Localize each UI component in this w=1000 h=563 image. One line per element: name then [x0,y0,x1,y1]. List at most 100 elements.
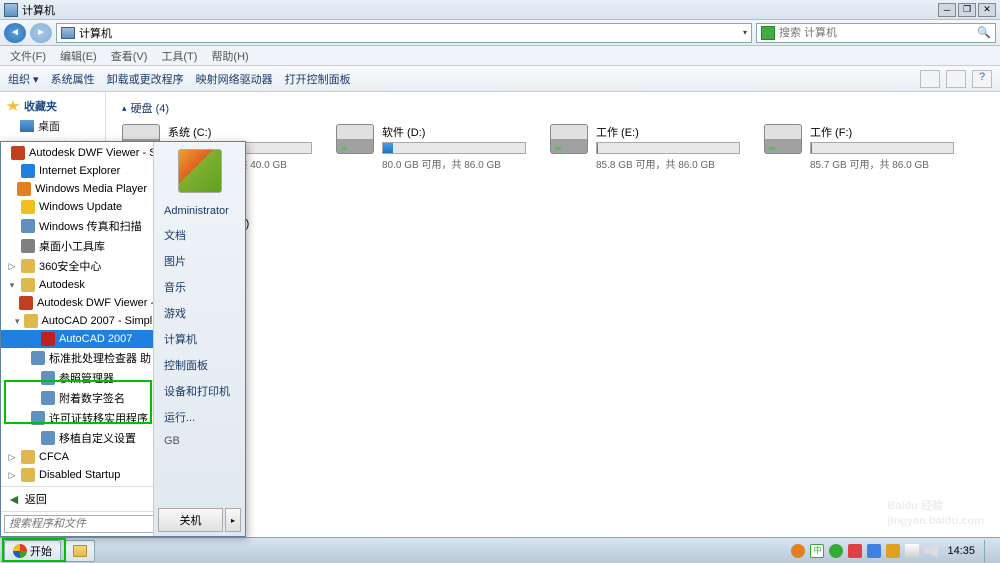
map-drive-button[interactable]: 映射网络驱动器 [196,71,273,87]
preview-pane-button[interactable] [946,70,966,88]
drive-item[interactable]: 工作 (E:) 85.8 GB 可用，共 86.0 GB [550,124,740,171]
expand-icon: ▷ [7,261,17,272]
program-item[interactable]: Windows Update [1,198,153,216]
shutdown-options-button[interactable]: ▸ [225,508,241,532]
organize-button[interactable]: 组织 ▾ [8,71,39,87]
program-label: Windows Media Player [35,183,147,195]
program-item[interactable]: 参照管理器 [1,368,153,388]
program-item[interactable]: Windows 传真和扫描 [1,216,153,236]
removable-header[interactable]: ▴有可移动存储的设备 (1) [122,191,984,207]
expand-icon: ▾ [7,280,17,291]
program-icon [41,332,55,346]
program-icon [21,450,35,464]
start-right-item[interactable]: 游戏 [154,300,245,326]
menu-view[interactable]: 查看(V) [105,46,154,66]
start-right-item[interactable]: 文档 [154,222,245,248]
program-item[interactable]: 标准批处理检查器 助 acad.exe [1,348,153,368]
tray-icon[interactable] [886,544,900,558]
volume-icon[interactable] [924,544,938,558]
back-button[interactable]: ◄ [4,23,26,43]
hard-drives-header[interactable]: ▴硬盘 (4) [122,100,984,116]
program-icon [21,219,35,233]
show-desktop-button[interactable] [984,540,992,562]
program-item[interactable]: ▾AutoCAD 2007 - Simplified Chines [1,312,153,330]
menu-tools[interactable]: 工具(T) [155,46,203,66]
start-right-item[interactable]: 运行... [154,404,245,430]
program-item[interactable]: ▷CFCA [1,448,153,466]
search-field[interactable]: 🔍 [756,23,996,43]
program-item[interactable]: Internet Explorer [1,162,153,180]
program-item[interactable]: ▷Disabled Startup [1,466,153,484]
program-item[interactable]: 许可证转移实用程序 [1,408,153,428]
explorer-task-button[interactable] [65,540,95,562]
system-properties-button[interactable]: 系统属性 [51,71,95,87]
control-panel-button[interactable]: 打开控制面板 [285,71,351,87]
network-icon[interactable] [905,544,919,558]
minimize-button[interactable]: ─ [938,3,956,17]
back-button[interactable]: ◄返回 [1,486,153,511]
drive-item[interactable]: 工作 (F:) 85.7 GB 可用，共 86.0 GB [764,124,954,171]
program-item[interactable]: 移植自定义设置 [1,428,153,448]
start-right-item[interactable]: 音乐 [154,274,245,300]
programs-list: Autodesk DWF Viewer - Simplified Chin Int… [1,142,153,486]
drive-name: 系统 (C:) [168,124,312,140]
start-right-item[interactable]: 图片 [154,248,245,274]
program-icon [21,200,35,214]
program-item[interactable]: ▾ Autodesk [1,276,153,294]
program-label: 标准批处理检查器 助 acad.exe [49,350,153,366]
tray-icon[interactable] [848,544,862,558]
menu-file[interactable]: 文件(F) [4,46,52,66]
program-item[interactable]: Autodesk DWF Viewer - Simplified C [1,294,153,312]
tray-icon[interactable] [791,544,805,558]
window-titlebar: 计算机 ─ ❐ ✕ [0,0,1000,20]
uninstall-button[interactable]: 卸载或更改程序 [107,71,184,87]
maximize-button[interactable]: ❐ [958,3,976,17]
forward-button[interactable]: ► [30,23,52,43]
address-bar: ◄ ► 计算机 ▾ 🔍 [0,20,1000,46]
program-item[interactable]: ▷ 360安全中心 [1,256,153,276]
program-label: 360安全中心 [39,258,101,274]
expand-icon: ▷ [7,470,17,481]
menu-edit[interactable]: 编辑(E) [54,46,103,66]
start-right-item[interactable]: 控制面板 [154,352,245,378]
program-icon [41,371,55,385]
gb-label: GB [154,430,245,452]
clock[interactable]: 14:35 [943,545,979,557]
close-button[interactable]: ✕ [978,3,996,17]
program-label: Autodesk DWF Viewer - Simplified Chin [29,147,153,159]
help-button[interactable]: ? [972,70,992,88]
program-label: Autodesk [39,279,85,291]
shutdown-button[interactable]: 关机 [158,508,223,532]
program-item[interactable]: 桌面小工具库 [1,236,153,256]
collapse-icon: ▴ [122,103,127,114]
tray-icon[interactable]: 中 [810,544,824,558]
program-item[interactable]: 附着数字签名 [1,388,153,408]
tray-icon[interactable] [829,544,843,558]
drive-icon [336,124,374,154]
search-input[interactable] [779,27,973,39]
program-item[interactable]: Autodesk DWF Viewer - Simplified Chin [1,144,153,162]
menu-help[interactable]: 帮助(H) [205,46,254,66]
address-field[interactable]: 计算机 ▾ [56,23,752,43]
program-label: 附着数字签名 [59,390,125,406]
start-search-input[interactable] [4,515,157,533]
sidebar-item-desktop[interactable]: 桌面 [0,116,105,136]
user-avatar[interactable] [154,142,245,200]
favorites-header[interactable]: 收藏夹 [0,96,105,116]
program-label: Windows Update [39,201,122,213]
dropdown-icon[interactable]: ▾ [743,28,747,37]
view-button[interactable] [920,70,940,88]
drive-item[interactable]: 软件 (D:) 80.0 GB 可用，共 86.0 GB [336,124,526,171]
drive-icon [764,124,802,154]
program-item[interactable]: Windows Media Player [1,180,153,198]
search-icon[interactable]: 🔍 [977,26,991,39]
start-right-item[interactable]: 计算机 [154,326,245,352]
expand-icon: ▷ [7,452,17,463]
start-button[interactable]: 开始 [4,540,61,562]
tray-icon[interactable] [867,544,881,558]
start-right-item[interactable]: 设备和打印机 [154,378,245,404]
program-item[interactable]: AutoCAD 2007 [1,330,153,348]
start-right-item[interactable]: Administrator [154,200,245,222]
program-icon [41,391,55,405]
address-path: 计算机 [79,25,112,41]
